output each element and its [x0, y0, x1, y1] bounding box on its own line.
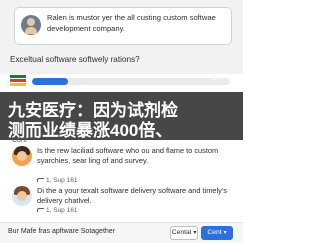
user-avatar-icon: [21, 15, 41, 35]
chevron-down-icon: ▾: [223, 230, 227, 236]
comment-text: Is the rew laciliad software who ou and …: [37, 146, 219, 165]
flag-icon: [10, 75, 26, 87]
cancel-button-label: Cental: [171, 229, 192, 236]
commenter-avatar: [12, 146, 32, 166]
comment-input-text: Ralen is mustor yer the all custing cust…: [47, 13, 216, 33]
commenter-avatar: [12, 186, 32, 206]
cancel-button[interactable]: Cental ▾: [170, 226, 198, 240]
comment-item: Di the a your texalt software delivery s…: [12, 186, 234, 222]
submit-button[interactable]: Cent ▾: [201, 226, 233, 240]
comments-section-label: Cont: [12, 137, 27, 144]
poll-question: Exceltual software softwely rations?: [10, 55, 140, 64]
footer-bar: Bur Mafe fras apftware Sotagether Cental…: [0, 222, 243, 243]
overlay-line-2: 测而业绩暴涨400倍、: [8, 121, 173, 140]
comment-meta-text: 1, Sup 161: [46, 177, 78, 184]
comment-input[interactable]: Ralen is mustor yer the all custing cust…: [14, 7, 232, 45]
reply-icon: [37, 176, 44, 183]
chevron-down-icon: ▾: [193, 230, 197, 236]
footer-text: Bur Mafe fras apftware Sotagether: [8, 228, 115, 235]
reply-icon: [37, 206, 44, 213]
comment-item: Is the rew laciliad software who ou and …: [12, 146, 234, 186]
progress-fill: [32, 78, 68, 85]
comment-meta[interactable]: 1, Sup 161: [37, 206, 77, 214]
submit-button-label: Cent: [207, 229, 222, 236]
comment-text: Di the a your texalt software delivery s…: [37, 186, 227, 205]
comment-meta[interactable]: 1, Sup 161: [37, 176, 77, 184]
comment-meta-text: 1, Sup 161: [46, 207, 78, 214]
progress-label: 18%: [210, 76, 222, 82]
poll-progress: 18%: [10, 75, 230, 87]
progress-track: [32, 78, 230, 85]
